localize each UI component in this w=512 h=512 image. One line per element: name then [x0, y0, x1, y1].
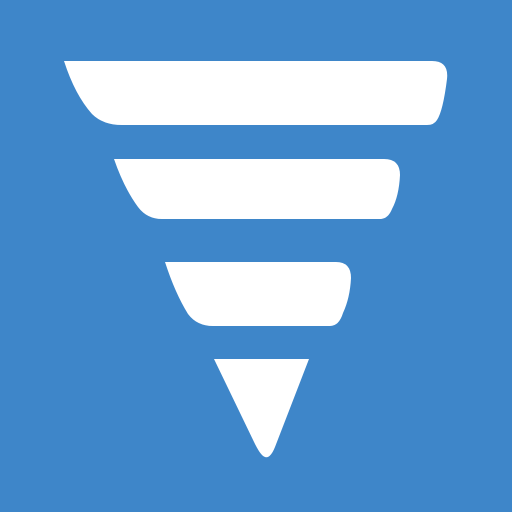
funnel-logo-icon [0, 0, 512, 512]
funnel-band-2 [114, 159, 400, 219]
app-icon [0, 0, 512, 512]
funnel-band-3 [165, 262, 351, 326]
funnel-band-1 [64, 61, 448, 125]
